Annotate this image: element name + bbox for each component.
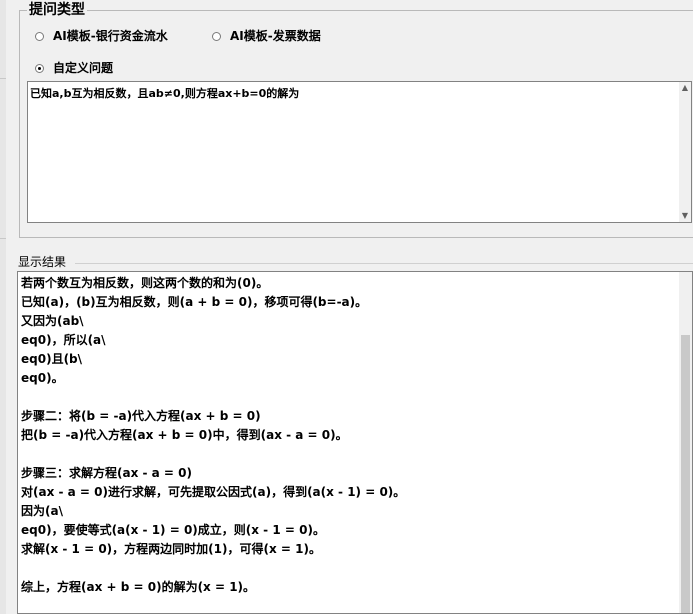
question-input[interactable]: 已知a,b互为相反数，且ab≠0,则方程ax+b=0的解为 ▲ ▼	[27, 81, 692, 223]
radio-label: AI模板-银行资金流水	[53, 29, 168, 43]
group-title: 提问类型	[27, 2, 87, 18]
question-text[interactable]: 已知a,b互为相反数，且ab≠0,则方程ax+b=0的解为	[30, 87, 299, 101]
scrollbar-thumb[interactable]	[681, 335, 690, 613]
question-scrollbar[interactable]: ▲ ▼	[679, 82, 691, 222]
result-text[interactable]: 若两个数互为相反数，则这两个数的和为(0)。 已知(a)，(b)互为相反数，则(…	[21, 274, 405, 597]
scroll-up-arrow-icon[interactable]: ▲	[679, 82, 691, 94]
left-panel-divider	[0, 238, 6, 239]
scroll-down-arrow-icon[interactable]: ▼	[679, 210, 691, 222]
radio-label: AI模板-发票数据	[230, 29, 321, 43]
left-panel-edge	[0, 0, 6, 614]
result-output[interactable]: 若两个数互为相反数，则这两个数的和为(0)。 已知(a)，(b)互为相反数，则(…	[17, 271, 693, 614]
radio-custom-question[interactable]: 自定义问题	[35, 61, 113, 75]
radio-bank-flow-template[interactable]: AI模板-银行资金流水	[35, 29, 168, 43]
result-label: 显示结果	[18, 255, 67, 269]
radio-button-icon[interactable]	[35, 31, 44, 41]
radio-button-checked-icon[interactable]	[35, 63, 44, 73]
radio-invoice-template[interactable]: AI模板-发票数据	[212, 29, 321, 43]
left-panel-divider	[0, 78, 6, 79]
result-label-divider	[75, 263, 693, 264]
radio-button-icon[interactable]	[212, 31, 221, 41]
result-scrollbar[interactable]	[679, 272, 692, 613]
radio-label: 自定义问题	[53, 61, 114, 75]
